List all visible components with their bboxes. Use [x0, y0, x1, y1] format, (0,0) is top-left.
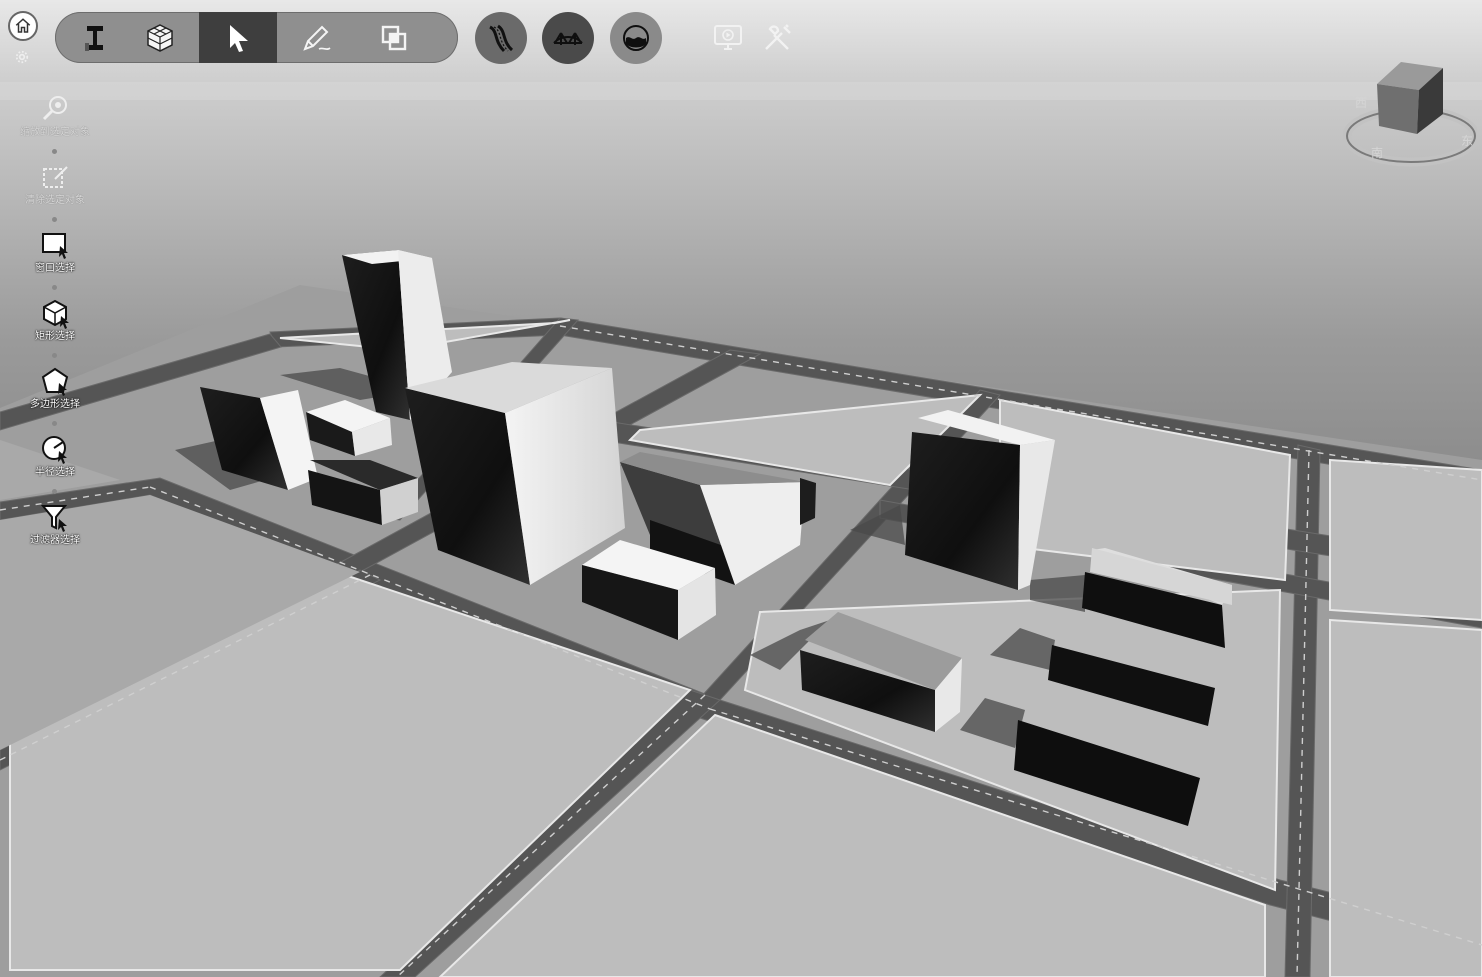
water-icon	[623, 25, 649, 51]
side-tool-4[interactable]: 多边形选择	[12, 365, 98, 427]
model-button[interactable]	[121, 12, 199, 63]
side-tool-label: 多边形选择	[30, 399, 80, 410]
gear-icon	[15, 50, 29, 64]
3d-viewport[interactable]	[0, 0, 1482, 977]
overlap-squares-icon	[381, 25, 407, 50]
settings-gear-button[interactable]	[15, 49, 31, 65]
side-tool-separator	[52, 285, 57, 290]
side-tool-label: 半径选择	[35, 467, 75, 478]
side-tool-label: 矩形选择	[35, 331, 75, 342]
cursor-arrow-icon	[230, 24, 248, 52]
side-tool-label: 窗口选择	[35, 263, 75, 274]
box-select-icon	[43, 299, 69, 329]
side-tool-separator	[52, 421, 57, 426]
road-button[interactable]	[475, 12, 527, 64]
side-tool-separator	[52, 217, 57, 222]
water-button[interactable]	[610, 12, 662, 64]
monitor-play-icon	[714, 25, 742, 50]
side-tool-label: 清除选定对象	[25, 195, 85, 206]
draw-button[interactable]	[277, 12, 355, 63]
filter-select-icon	[40, 505, 68, 532]
navcube-east-label: 东	[1461, 134, 1474, 148]
select-button[interactable]	[199, 12, 277, 63]
navcube-south-label: 南	[1371, 146, 1384, 160]
presentation-button[interactable]	[708, 18, 748, 58]
side-tool-label: 缩放到选定对象	[20, 127, 90, 138]
pencil-icon	[303, 25, 331, 51]
side-tool-0[interactable]: 缩放到选定对象	[12, 93, 98, 155]
side-tool-separator	[52, 149, 57, 154]
home-button[interactable]	[8, 11, 38, 41]
road-icon	[489, 24, 514, 53]
window-select-icon	[42, 233, 68, 259]
side-tool-2[interactable]: 窗口选择	[12, 229, 98, 291]
bridge-button[interactable]	[542, 12, 594, 64]
side-tool-6[interactable]: 过滤器选择	[12, 501, 98, 563]
clear-selection-icon	[43, 166, 68, 188]
navigation-cube[interactable]: 西 南 东	[1342, 56, 1480, 168]
side-tool-label: 过滤器选择	[30, 535, 80, 546]
side-tool-separator	[52, 489, 57, 494]
box-grid-icon	[147, 23, 173, 52]
zoom-to-selection-icon	[42, 96, 67, 121]
overlay-button[interactable]	[355, 12, 433, 63]
side-tool-5[interactable]: 半径选择	[12, 433, 98, 495]
bridge-icon	[553, 32, 583, 45]
main-toolbar	[55, 12, 458, 63]
wrench-screwdriver-icon	[765, 24, 791, 50]
navcube-west-label: 西	[1355, 96, 1368, 110]
i-beam-icon	[85, 25, 103, 51]
side-tool-3[interactable]: 矩形选择	[12, 297, 98, 359]
tools-button[interactable]	[757, 18, 797, 58]
side-tool-1[interactable]: 清除选定对象	[12, 161, 98, 223]
view-cube-icon	[1342, 62, 1480, 167]
polygon-select-icon	[41, 367, 69, 396]
radius-select-icon	[42, 436, 67, 464]
side-tool-separator	[52, 353, 57, 358]
home-icon	[15, 18, 31, 33]
